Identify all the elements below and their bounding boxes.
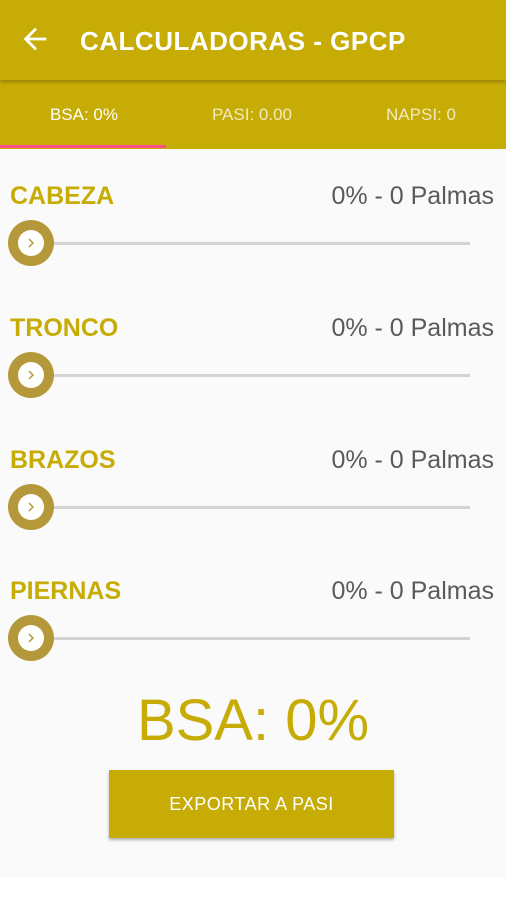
brazos-slider[interactable] — [8, 482, 474, 532]
slider-track — [30, 506, 470, 509]
region-label: PIERNAS — [10, 577, 122, 605]
region-label: CABEZA — [10, 182, 115, 210]
slider-thumb[interactable] — [8, 220, 54, 266]
app-bar: CALCULADORAS - GPCP — [0, 0, 506, 80]
piernas-slider[interactable] — [8, 613, 474, 663]
arrow-left-icon — [23, 27, 47, 51]
region-value: 0% - 0 Palmas — [331, 314, 494, 342]
back-button[interactable] — [18, 22, 52, 56]
region-row-tronco: TRONCO 0% - 0 Palmas — [0, 314, 506, 434]
region-value: 0% - 0 Palmas — [331, 446, 494, 474]
bsa-total: BSA: 0% — [136, 688, 370, 753]
region-label: TRONCO — [10, 314, 119, 342]
region-row-cabeza: CABEZA 0% - 0 Palmas — [0, 182, 506, 302]
bsa-calculator: CABEZA 0% - 0 Palmas TRONCO 0% - 0 Palma… — [0, 149, 506, 877]
slider-thumb[interactable] — [8, 615, 54, 661]
region-row-piernas: PIERNAS 0% - 0 Palmas — [0, 577, 506, 697]
slider-track — [30, 374, 470, 377]
tab-bsa[interactable]: BSA: 0% — [0, 80, 168, 146]
cabeza-slider[interactable] — [8, 218, 474, 268]
tab-bar: BSA: 0% PASI: 0.00 NAPSI: 0 — [0, 80, 506, 149]
tronco-slider[interactable] — [8, 350, 474, 400]
chevron-right-icon — [28, 502, 34, 512]
chevron-right-icon — [28, 238, 34, 248]
region-value: 0% - 0 Palmas — [331, 182, 494, 210]
export-to-pasi-button[interactable]: EXPORTAR A PASI — [109, 770, 394, 838]
bottom-strip — [0, 877, 506, 900]
region-row-brazos: BRAZOS 0% - 0 Palmas — [0, 446, 506, 566]
region-value: 0% - 0 Palmas — [331, 577, 494, 605]
region-label: BRAZOS — [10, 446, 116, 474]
slider-thumb[interactable] — [8, 352, 54, 398]
slider-track — [30, 242, 470, 245]
chevron-right-icon — [28, 633, 34, 643]
tab-indicator — [0, 145, 166, 148]
slider-track — [30, 637, 470, 640]
app-title: CALCULADORAS - GPCP — [80, 26, 406, 56]
tab-pasi[interactable]: PASI: 0.00 — [168, 80, 336, 146]
chevron-right-icon — [28, 370, 34, 380]
tab-napsi[interactable]: NAPSI: 0 — [337, 80, 505, 146]
slider-thumb[interactable] — [8, 484, 54, 530]
